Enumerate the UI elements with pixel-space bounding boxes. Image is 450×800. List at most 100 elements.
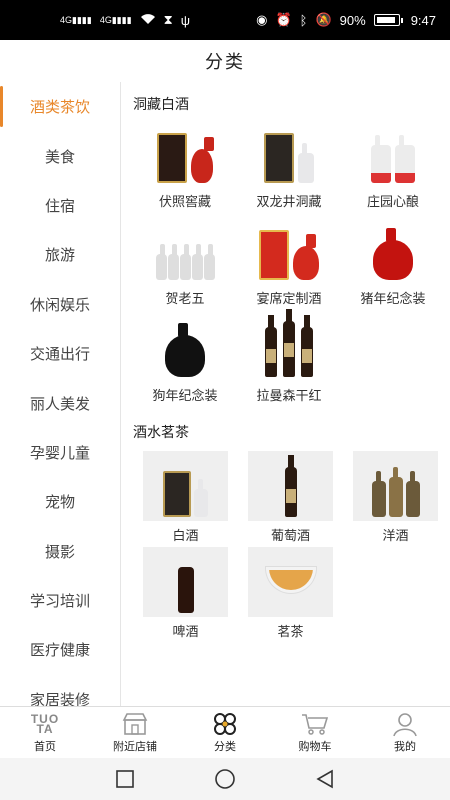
product-image bbox=[353, 119, 433, 187]
subcategory-grid: 白酒 葡萄酒 洋酒 啤酒 茗茶 bbox=[133, 451, 450, 643]
tab-label: 附近店铺 bbox=[113, 741, 157, 753]
sidebar-item-leisure[interactable]: 休闲娱乐 bbox=[0, 280, 120, 329]
product-label: 贺老五 bbox=[165, 291, 205, 306]
circle-icon bbox=[215, 769, 235, 789]
battery-icon bbox=[373, 14, 400, 26]
triangle-back-icon bbox=[316, 769, 333, 789]
back-button[interactable] bbox=[314, 768, 336, 790]
tab-label: 我的 bbox=[394, 741, 416, 753]
home-logo-icon: TUO TA bbox=[31, 711, 59, 737]
subcategory-item[interactable]: 葡萄酒 bbox=[238, 451, 343, 547]
product-item[interactable]: 双龙井洞藏 bbox=[237, 119, 341, 216]
product-item[interactable]: 贺老五 bbox=[133, 216, 237, 313]
product-item[interactable]: 宴席定制酒 bbox=[237, 216, 341, 313]
sidebar-item-lodging[interactable]: 住宿 bbox=[0, 181, 120, 230]
network-type-label: 4G bbox=[99, 14, 112, 25]
page-title: 分类 bbox=[205, 52, 245, 72]
network-type-label: 4G bbox=[60, 14, 73, 25]
subcategory-item[interactable]: 啤酒 bbox=[133, 547, 238, 643]
product-item[interactable]: 猪年纪念装 bbox=[341, 216, 445, 313]
section-title: 酒水茗茶 bbox=[133, 424, 189, 440]
sidebar-item-transport[interactable]: 交通出行 bbox=[0, 329, 120, 378]
battery-tip bbox=[400, 17, 403, 23]
user-icon bbox=[391, 711, 419, 737]
sidebar-item-drinks[interactable]: 酒类茶饮 bbox=[0, 82, 120, 131]
tab-cart[interactable]: 购物车 bbox=[270, 707, 360, 758]
usb-icon: ψ bbox=[180, 12, 191, 28]
category-content: 洞藏白酒 伏照窖藏 双龙井洞藏 庄园心酿 贺老五 宴席定制酒 猪年纪念装 狗年纪… bbox=[121, 82, 450, 706]
signal-4g-icon: 4G▮▮▮▮ bbox=[60, 14, 92, 25]
eye-icon: ◉ bbox=[256, 12, 268, 27]
bluetooth-icon: ᛒ bbox=[299, 12, 308, 28]
subcategory-label: 啤酒 bbox=[172, 624, 199, 639]
tab-me[interactable]: 我的 bbox=[360, 707, 450, 758]
sidebar-item-home-decor[interactable]: 家居装修 bbox=[0, 675, 120, 706]
subcategory-label: 白酒 bbox=[172, 528, 199, 543]
product-label: 宴席定制酒 bbox=[256, 291, 322, 306]
product-image bbox=[249, 216, 329, 284]
recents-button[interactable] bbox=[114, 768, 136, 790]
subcategory-image bbox=[248, 547, 333, 617]
category-sidebar[interactable]: 酒类茶饮 美食 住宿 旅游 休闲娱乐 交通出行 丽人美发 孕婴儿童 宠物 摄影 … bbox=[0, 82, 121, 706]
product-item[interactable]: 狗年纪念装 bbox=[133, 313, 237, 410]
product-label: 猪年纪念装 bbox=[360, 291, 426, 306]
header-bar: 分类 bbox=[0, 40, 450, 82]
product-label: 拉曼森干红 bbox=[256, 388, 322, 403]
product-label: 伏照窖藏 bbox=[158, 194, 211, 209]
sidebar-item-pets[interactable]: 宠物 bbox=[0, 477, 120, 526]
sidebar-item-photography[interactable]: 摄影 bbox=[0, 527, 120, 576]
product-image bbox=[145, 216, 225, 284]
sidebar-item-baby[interactable]: 孕婴儿童 bbox=[0, 428, 120, 477]
signal-4g-icon: 4G▮▮▮▮ bbox=[99, 14, 132, 25]
store-icon bbox=[121, 711, 149, 737]
sidebar-item-education[interactable]: 学习培训 bbox=[0, 576, 120, 625]
tab-category[interactable]: 分类 bbox=[180, 707, 270, 758]
product-image bbox=[145, 313, 225, 381]
system-nav-bar bbox=[0, 758, 450, 800]
tab-label: 分类 bbox=[214, 741, 236, 753]
subcategory-image bbox=[353, 451, 438, 521]
mute-icon: 🔕 bbox=[315, 12, 332, 27]
section-title: 洞藏白酒 bbox=[133, 96, 189, 112]
subcategory-item[interactable]: 茗茶 bbox=[238, 547, 343, 643]
alarm-icon: ⏰ bbox=[275, 12, 292, 27]
product-image bbox=[249, 309, 329, 381]
clock: 9:47 bbox=[410, 12, 436, 28]
subcategory-image bbox=[143, 547, 228, 617]
product-item[interactable]: 拉曼森干红 bbox=[237, 309, 341, 410]
product-grid: 伏照窖藏 双龙井洞藏 庄园心酿 贺老五 宴席定制酒 猪年纪念装 狗年纪念装 拉曼… bbox=[133, 119, 450, 410]
status-right-icons: ◉ ⏰ ᛒ 🔕 90% 9:47 bbox=[256, 12, 436, 28]
tab-label: 首页 bbox=[34, 741, 56, 753]
product-label: 庄园心酿 bbox=[366, 194, 419, 209]
subcategory-image bbox=[248, 451, 333, 521]
status-left-icons: 4G▮▮▮▮ 4G▮▮▮▮ ⧗ ψ bbox=[60, 12, 190, 28]
subcategory-item[interactable]: 洋酒 bbox=[343, 451, 448, 547]
home-button[interactable] bbox=[214, 768, 236, 790]
subcategory-label: 洋酒 bbox=[382, 528, 409, 543]
subcategory-label: 葡萄酒 bbox=[270, 528, 310, 543]
product-item[interactable]: 伏照窖藏 bbox=[133, 119, 237, 216]
product-label: 双龙井洞藏 bbox=[256, 194, 322, 209]
product-label: 狗年纪念装 bbox=[152, 388, 218, 403]
product-image bbox=[249, 119, 329, 187]
product-item[interactable]: 庄园心酿 bbox=[341, 119, 445, 216]
tab-nearby-stores[interactable]: 附近店铺 bbox=[90, 707, 180, 758]
cart-icon bbox=[301, 711, 329, 737]
subcategory-image bbox=[143, 451, 228, 521]
bottom-tab-bar: TUO TA 首页 附近店铺 分类 购物车 我的 bbox=[0, 706, 450, 758]
sidebar-item-beauty[interactable]: 丽人美发 bbox=[0, 378, 120, 427]
product-image bbox=[353, 216, 433, 284]
category-icon bbox=[211, 711, 239, 737]
sidebar-item-food[interactable]: 美食 bbox=[0, 131, 120, 180]
tab-home[interactable]: TUO TA 首页 bbox=[0, 707, 90, 758]
battery-percent: 90% bbox=[339, 12, 366, 28]
subcategory-item[interactable]: 白酒 bbox=[133, 451, 238, 547]
product-image bbox=[145, 119, 225, 187]
sidebar-item-medical[interactable]: 医疗健康 bbox=[0, 625, 120, 674]
square-icon bbox=[116, 770, 134, 788]
tab-label: 购物车 bbox=[298, 741, 332, 753]
subcategory-label: 茗茶 bbox=[277, 624, 304, 639]
wifi-icon bbox=[140, 13, 156, 28]
status-bar: 4G▮▮▮▮ 4G▮▮▮▮ ⧗ ψ ◉ ⏰ ᛒ 🔕 90% 9:47 bbox=[0, 0, 450, 40]
sidebar-item-travel[interactable]: 旅游 bbox=[0, 230, 120, 279]
